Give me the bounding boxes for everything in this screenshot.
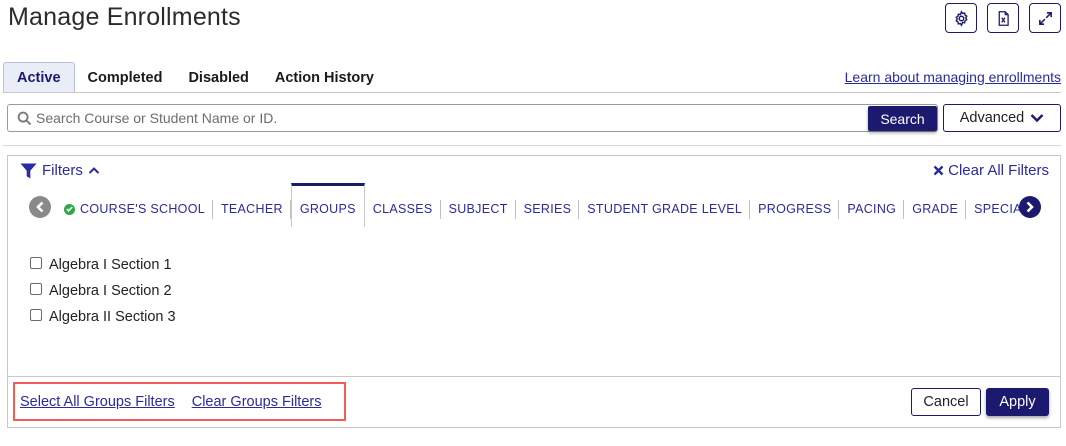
filter-tab-progress[interactable]: PROGRESS xyxy=(750,183,840,227)
filter-tab-classes[interactable]: CLASSES xyxy=(365,183,441,227)
checkbox[interactable] xyxy=(30,309,42,321)
close-icon xyxy=(933,165,944,176)
chevron-right-icon xyxy=(1026,201,1034,213)
filter-tab-grade[interactable]: GRADE xyxy=(904,183,967,227)
select-all-groups-link[interactable]: Select All Groups Filters xyxy=(20,394,175,410)
highlighted-footer-links: Select All Groups Filters Clear Groups F… xyxy=(13,382,346,421)
filter-tab-label: PACING xyxy=(847,202,897,216)
checkbox[interactable] xyxy=(30,283,42,295)
filter-tab-label: GROUPS xyxy=(299,202,356,216)
filter-tab-special[interactable]: SPECIA xyxy=(966,183,1020,227)
cancel-button[interactable]: Cancel xyxy=(911,388,981,416)
filter-category-tabs: COURSE'S SCHOOL TEACHER GROUPS CLASSES S… xyxy=(28,183,1042,227)
filter-tab-label: PROGRESS xyxy=(758,202,832,216)
filters-label: Filters xyxy=(42,162,83,179)
filter-tab-strip: COURSE'S SCHOOL TEACHER GROUPS CLASSES S… xyxy=(56,183,1020,227)
chevron-up-icon xyxy=(88,167,100,174)
tab-active[interactable]: Active xyxy=(3,62,75,93)
tab-disabled[interactable]: Disabled xyxy=(175,62,261,93)
scroll-right-button[interactable] xyxy=(1019,196,1041,218)
expand-button[interactable] xyxy=(1029,3,1061,33)
page-title: Manage Enrollments xyxy=(8,3,241,31)
list-item[interactable]: Algebra I Section 1 xyxy=(30,252,176,278)
chevron-left-icon xyxy=(36,201,44,213)
list-item[interactable]: Algebra II Section 3 xyxy=(30,304,176,330)
filter-tab-pacing[interactable]: PACING xyxy=(839,183,905,227)
tab-action-history[interactable]: Action History xyxy=(262,62,387,93)
filter-tab-teacher[interactable]: TEACHER xyxy=(213,183,291,227)
option-label: Algebra II Section 3 xyxy=(49,309,176,325)
filter-tab-label: GRADE xyxy=(912,202,959,216)
filter-tab-groups[interactable]: GROUPS xyxy=(290,183,365,227)
filter-tab-subject[interactable]: SUBJECT xyxy=(441,183,516,227)
settings-button[interactable] xyxy=(945,3,977,33)
gear-icon xyxy=(954,9,968,27)
advanced-search-button[interactable]: Advanced xyxy=(943,104,1061,132)
clear-all-filters-label: Clear All Filters xyxy=(948,162,1049,179)
check-circle-icon xyxy=(64,203,75,215)
filter-tab-label: SERIES xyxy=(523,202,572,216)
search-icon xyxy=(17,111,32,126)
scroll-left-button[interactable] xyxy=(29,196,51,218)
option-label: Algebra I Section 2 xyxy=(49,283,172,299)
filter-panel: Filters Clear All Filters COURSE'S SCHOO… xyxy=(7,155,1061,428)
filter-tab-label: CLASSES xyxy=(372,202,433,216)
filter-tab-series[interactable]: SERIES xyxy=(516,183,580,227)
expand-icon xyxy=(1038,11,1052,25)
tab-completed[interactable]: Completed xyxy=(75,62,176,93)
learn-enrollments-link[interactable]: Learn about managing enrollments xyxy=(845,69,1061,85)
filter-tab-label: COURSE'S SCHOOL xyxy=(80,202,205,216)
search-input[interactable] xyxy=(36,105,866,131)
search-button[interactable]: Search xyxy=(868,106,937,131)
header-actions xyxy=(945,3,1061,33)
apply-button[interactable]: Apply xyxy=(986,388,1049,416)
filters-toggle[interactable]: Filters xyxy=(20,162,100,179)
tabs-divider xyxy=(3,92,1061,93)
option-label: Algebra I Section 1 xyxy=(49,257,172,273)
filter-tab-label: SPECIA xyxy=(974,202,1020,216)
export-excel-button[interactable] xyxy=(987,3,1019,33)
search-bar: Search Advanced xyxy=(7,104,1061,132)
filter-tab-label: SUBJECT xyxy=(448,202,508,216)
clear-groups-link[interactable]: Clear Groups Filters xyxy=(192,394,322,410)
filter-funnel-icon xyxy=(20,163,37,178)
group-options-list: Algebra I Section 1 Algebra I Section 2 … xyxy=(30,252,176,330)
section-divider xyxy=(3,145,1061,146)
enrollment-tabs: Active Completed Disabled Action History xyxy=(3,62,387,93)
advanced-label: Advanced xyxy=(959,110,1025,126)
search-box: Search xyxy=(7,104,938,132)
footer-divider xyxy=(8,376,1060,377)
filter-tab-label: TEACHER xyxy=(220,202,283,216)
chevron-down-icon xyxy=(1030,114,1044,123)
filter-tab-student-grade-level[interactable]: STUDENT GRADE LEVEL xyxy=(579,183,751,227)
filter-tab-label: STUDENT GRADE LEVEL xyxy=(587,202,743,216)
excel-icon xyxy=(998,10,1009,26)
list-item[interactable]: Algebra I Section 2 xyxy=(30,278,176,304)
checkbox[interactable] xyxy=(30,257,42,269)
filter-tab-courses-school[interactable]: COURSE'S SCHOOL xyxy=(56,183,213,227)
clear-all-filters-button[interactable]: Clear All Filters xyxy=(933,162,1049,179)
